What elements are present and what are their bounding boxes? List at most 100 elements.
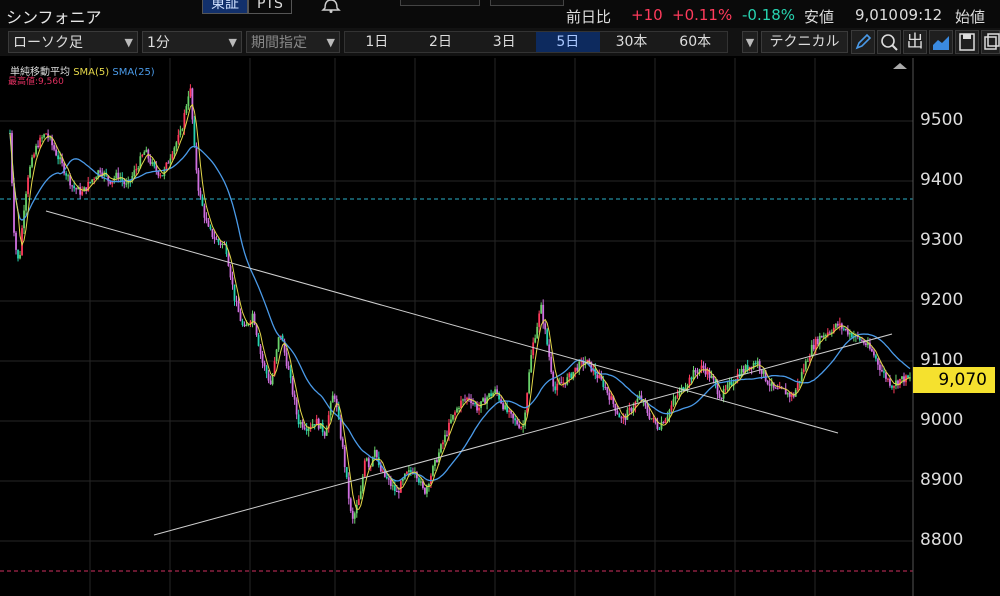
candle-body	[229, 266, 232, 278]
candle-body	[674, 396, 677, 400]
period-input[interactable]: 期間指定 ▼	[246, 31, 340, 53]
y-tick-label: 9000	[920, 410, 964, 430]
candle-body	[742, 369, 745, 372]
candle-body	[730, 381, 733, 386]
candle-body	[211, 228, 214, 238]
candle-body	[606, 387, 609, 393]
candle-body	[604, 387, 607, 389]
candle-body	[125, 183, 128, 185]
header-field[interactable]	[400, 0, 480, 6]
candle-body	[512, 413, 515, 419]
candle-body	[265, 366, 268, 374]
candle-body	[574, 367, 577, 372]
candle-body	[173, 147, 176, 155]
bell-icon[interactable]	[320, 0, 342, 18]
candle-body	[608, 392, 611, 400]
save-icon[interactable]	[955, 30, 979, 54]
candle-body	[875, 355, 877, 359]
period-tabs: 1日 2日 3日 5日 30本 60本	[344, 31, 728, 53]
candle-body	[690, 377, 693, 380]
chart-type-select[interactable]: ローソク足 ▼	[8, 31, 138, 53]
candle-body	[544, 323, 547, 330]
candle-body	[133, 170, 136, 176]
candle-body	[528, 372, 531, 394]
candle-body	[820, 335, 823, 338]
candle-body	[353, 513, 356, 519]
candle-body	[472, 403, 474, 405]
market-tab-tse[interactable]: 東証	[202, 0, 248, 14]
candle-body	[760, 369, 763, 374]
y-tick-label: 9400	[920, 170, 964, 190]
period-tab-1d[interactable]: 1日	[345, 32, 409, 52]
candle-body	[502, 403, 504, 410]
candle-body	[343, 446, 346, 468]
candle-body	[490, 393, 492, 397]
candle-body	[430, 475, 432, 485]
sma25-line	[9, 133, 911, 482]
candle-body	[167, 162, 170, 164]
candle-body	[285, 352, 288, 366]
candle-body	[768, 384, 771, 386]
candle-body	[530, 355, 533, 373]
candle-body	[189, 88, 192, 97]
candle-body	[117, 172, 120, 179]
pen-icon[interactable]	[851, 30, 875, 54]
candle-body	[628, 408, 631, 410]
candle-body	[323, 432, 326, 436]
candle-body	[692, 370, 695, 380]
period-tab-2d[interactable]: 2日	[409, 32, 473, 52]
candle-body	[409, 470, 412, 472]
candle-body	[43, 134, 45, 138]
market-segment[interactable]: 東証 PTS	[202, 0, 292, 14]
candle-body	[646, 405, 649, 413]
copy-icon[interactable]	[981, 30, 1000, 54]
zoom-icon[interactable]	[877, 30, 901, 54]
candle-body	[418, 478, 420, 483]
candle-body	[359, 491, 362, 499]
chart-grid	[0, 58, 913, 596]
price-chart[interactable]	[0, 58, 1000, 596]
header-field-2[interactable]	[490, 0, 564, 6]
change-percent: +0.11%	[672, 6, 733, 24]
candle-body	[387, 478, 390, 480]
candle-body	[153, 162, 156, 167]
area-chart-icon[interactable]	[929, 30, 953, 54]
candle-body	[73, 185, 76, 189]
interval-select[interactable]: 1分 ▼	[142, 31, 242, 53]
volume-icon[interactable]: 出	[903, 30, 927, 54]
candle-body	[532, 342, 535, 356]
candle-body	[159, 175, 162, 177]
candle-body	[141, 154, 144, 157]
period-tab-30[interactable]: 30本	[600, 32, 664, 52]
candle-body	[598, 375, 601, 379]
candle-body	[367, 458, 370, 467]
candle-body	[25, 193, 27, 211]
candle-body	[29, 166, 31, 178]
candle-body	[828, 332, 831, 334]
candle-body	[299, 422, 302, 425]
period-tab-3d[interactable]: 3日	[472, 32, 536, 52]
candle-body	[834, 323, 837, 328]
other-percent: -0.18%	[742, 6, 796, 24]
candle-body	[620, 417, 623, 419]
technical-button[interactable]: テクニカル	[761, 31, 848, 53]
candle-series	[9, 84, 911, 524]
period-tab-5d[interactable]: 5日	[536, 32, 600, 52]
candle-body	[395, 491, 398, 493]
period-more-chevron-icon[interactable]: ▼	[742, 31, 758, 53]
candle-body	[844, 328, 847, 330]
interval-value: 1分	[147, 35, 170, 51]
candle-body	[774, 387, 777, 389]
candle-body	[466, 397, 468, 400]
candle-body	[452, 414, 454, 420]
market-tab-pts[interactable]: PTS	[248, 0, 292, 14]
candle-body	[618, 413, 621, 418]
period-tab-60[interactable]: 60本	[663, 32, 727, 52]
candle-body	[65, 173, 68, 176]
candle-body	[227, 254, 230, 267]
candle-body	[883, 371, 885, 373]
candle-body	[718, 394, 721, 399]
candle-body	[694, 370, 697, 373]
candle-body	[420, 481, 422, 483]
candle-body	[365, 458, 368, 461]
